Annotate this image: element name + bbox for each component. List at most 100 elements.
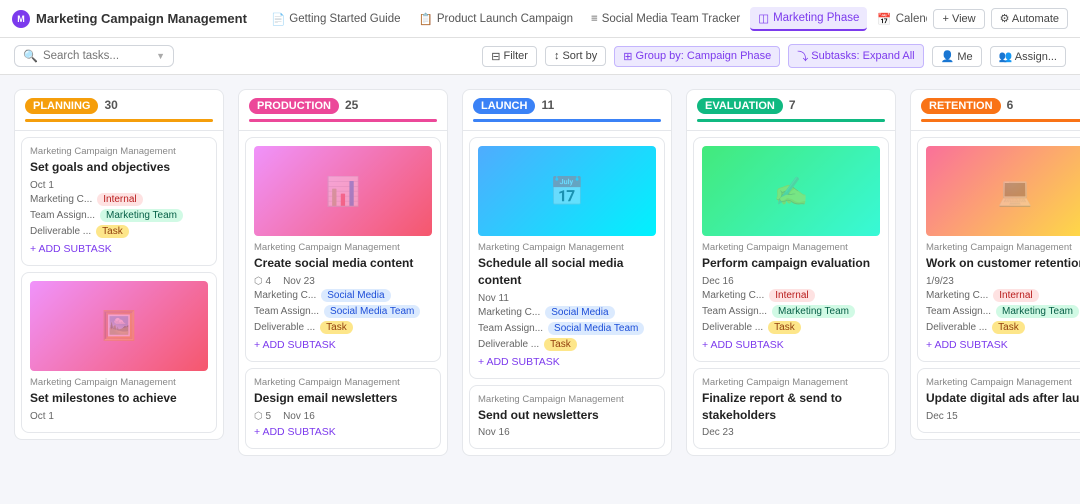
search-box[interactable]: 🔍 ▼ bbox=[14, 45, 174, 67]
card-production-1[interactable]: Marketing Campaign ManagementDesign emai… bbox=[245, 368, 441, 449]
card-image-production-0: 📊 bbox=[254, 146, 432, 236]
phase-icon: ◫ bbox=[758, 11, 769, 25]
marketing-label-production-0: Marketing C... bbox=[254, 290, 316, 301]
card-image-planning-1: 🖼️ bbox=[30, 281, 208, 371]
card-launch-0[interactable]: 📅Marketing Campaign ManagementSchedule a… bbox=[469, 137, 665, 379]
card-tags-row3-production-0: Deliverable ...Task bbox=[254, 321, 432, 334]
subtasks-icon: ⤵ bbox=[797, 48, 808, 64]
tag-team-social-media-team-launch-0: Social Media Team bbox=[548, 322, 644, 335]
tag-del-task-evaluation-0: Task bbox=[768, 321, 801, 334]
card-retention-0[interactable]: 💻Marketing Campaign ManagementWork on cu… bbox=[917, 137, 1080, 362]
column-body-retention: 💻Marketing Campaign ManagementWork on cu… bbox=[911, 131, 1080, 439]
card-launch-1[interactable]: Marketing Campaign ManagementSend out ne… bbox=[469, 385, 665, 450]
sort-icon: ↕ bbox=[554, 50, 560, 62]
column-bar-evaluation bbox=[697, 119, 885, 122]
card-production-0[interactable]: 📊Marketing Campaign ManagementCreate soc… bbox=[245, 137, 441, 362]
card-tags-row1-launch-0: Marketing C...Social Media bbox=[478, 306, 656, 319]
team-label-retention-0: Team Assign... bbox=[926, 306, 991, 317]
column-count-evaluation: 7 bbox=[789, 98, 796, 112]
card-date-row-evaluation-1: Dec 23 bbox=[702, 427, 880, 438]
tab-marketing-phase[interactable]: ◫ Marketing Phase bbox=[750, 7, 867, 31]
card-title-retention-0: Work on customer retention bbox=[926, 255, 1080, 272]
tab-social-media[interactable]: ≡ Social Media Team Tracker bbox=[583, 9, 748, 29]
card-evaluation-1[interactable]: Marketing Campaign ManagementFinalize re… bbox=[693, 368, 889, 450]
tag-del-task-launch-0: Task bbox=[544, 338, 577, 351]
column-bar-retention bbox=[921, 119, 1080, 122]
column-retention: RETENTION6💻Marketing Campaign Management… bbox=[910, 89, 1080, 440]
tag-del-task-retention-0: Task bbox=[992, 321, 1025, 334]
column-badge-production: PRODUCTION bbox=[249, 98, 339, 114]
column-body-planning: Marketing Campaign ManagementSet goals a… bbox=[15, 131, 223, 439]
card-tags-row3-retention-0: Deliverable ... Task bbox=[926, 321, 1080, 334]
doc-icon2: 📋 bbox=[419, 12, 433, 26]
card-date-retention-0: 1/9/23 bbox=[926, 276, 954, 287]
deliverable-label-planning-0: Deliverable ... bbox=[30, 226, 91, 237]
card-image-launch-0: 📅 bbox=[478, 146, 656, 236]
add-subtask-retention-0[interactable]: + ADD SUBTASK bbox=[926, 337, 1080, 353]
card-tags-row2-production-0: Team Assign...Social Media Team bbox=[254, 305, 432, 318]
tab-getting-started[interactable]: 📄 Getting Started Guide bbox=[263, 8, 409, 30]
column-header-planning: PLANNING30 bbox=[15, 90, 223, 131]
topbar: M Marketing Campaign Management 📄 Gettin… bbox=[0, 0, 1080, 38]
search-icon: 🔍 bbox=[23, 49, 38, 63]
card-date-row-retention-1: Dec 15 bbox=[926, 411, 1080, 422]
team-label-evaluation-0: Team Assign... bbox=[702, 306, 767, 317]
column-count-launch: 11 bbox=[541, 98, 554, 112]
group-by-button[interactable]: ⊞ Group by: Campaign Phase bbox=[614, 46, 780, 67]
filter-button[interactable]: ⊟ Filter bbox=[482, 46, 537, 67]
add-subtask-evaluation-0[interactable]: + ADD SUBTASK bbox=[702, 337, 880, 353]
sort-button[interactable]: ↕ Sort by bbox=[545, 46, 606, 66]
column-bar-planning bbox=[25, 119, 213, 122]
marketing-label-evaluation-0: Marketing C... bbox=[702, 290, 764, 301]
add-subtask-production-1[interactable]: + ADD SUBTASK bbox=[254, 424, 432, 440]
card-evaluation-0[interactable]: ✍️Marketing Campaign ManagementPerform c… bbox=[693, 137, 889, 362]
card-planning-0[interactable]: Marketing Campaign ManagementSet goals a… bbox=[21, 137, 217, 266]
card-retention-1[interactable]: Marketing Campaign ManagementUpdate digi… bbox=[917, 368, 1080, 433]
column-body-production: 📊Marketing Campaign ManagementCreate soc… bbox=[239, 131, 447, 455]
column-bar-production bbox=[249, 119, 437, 122]
add-subtask-production-0[interactable]: + ADD SUBTASK bbox=[254, 337, 432, 353]
column-badge-launch: LAUNCH bbox=[473, 98, 535, 114]
tag-team-social-media-team-production-0: Social Media Team bbox=[324, 305, 420, 318]
tag-team-marketing-team-evaluation-0: Marketing Team bbox=[772, 305, 855, 318]
card-meta-evaluation-1: Marketing Campaign Management bbox=[702, 377, 880, 388]
subtasks-button[interactable]: ⤵ Subtasks: Expand All bbox=[788, 44, 923, 68]
card-meta-production-0: Marketing Campaign Management bbox=[254, 242, 432, 253]
tag-social-media-launch-0: Social Media bbox=[545, 306, 614, 319]
column-header-production: PRODUCTION25 bbox=[239, 90, 447, 131]
add-subtask-launch-0[interactable]: + ADD SUBTASK bbox=[478, 354, 656, 370]
tab-calendar[interactable]: 📅 Calendar bbox=[869, 8, 927, 30]
card-planning-1[interactable]: 🖼️ Marketing Campaign Management Set miles… bbox=[21, 272, 217, 433]
deliverable-label-launch-0: Deliverable ... bbox=[478, 339, 539, 350]
column-header-launch: LAUNCH 11 bbox=[463, 90, 671, 131]
card-meta-retention-1: Marketing Campaign Management bbox=[926, 377, 1080, 388]
topbar-actions: + View ⚙ Automate bbox=[933, 8, 1068, 29]
topbar-tabs: 📄 Getting Started Guide 📋 Product Launch… bbox=[263, 7, 928, 31]
tag-team-marketing-team-planning-0: Marketing Team bbox=[100, 209, 183, 222]
app-logo: M bbox=[12, 10, 30, 28]
filter-icon: ⊟ bbox=[491, 50, 500, 63]
card-tags-row2-launch-0: Team Assign...Social Media Team bbox=[478, 322, 656, 335]
card-meta-launch-0: Marketing Campaign Management bbox=[478, 242, 656, 253]
card-meta-planning-1: Marketing Campaign Management bbox=[30, 377, 208, 388]
tag-internal-retention-0: Internal bbox=[993, 289, 1038, 302]
card-tags-row2-evaluation-0: Team Assign... Marketing Team bbox=[702, 305, 880, 318]
add-subtask-planning-0[interactable]: + ADD SUBTASK bbox=[30, 241, 208, 257]
deliverable-label-retention-0: Deliverable ... bbox=[926, 322, 987, 333]
view-button[interactable]: + View bbox=[933, 9, 984, 29]
me-button[interactable]: 👤 Me bbox=[932, 46, 982, 67]
assign-button[interactable]: 👥 Assign... bbox=[990, 46, 1066, 67]
card-date-launch-0: Nov 11 bbox=[478, 293, 509, 304]
card-date-row-planning-0: Oct 1 bbox=[30, 180, 208, 191]
subtask-count-production-0: ⬡ 4 bbox=[254, 276, 271, 287]
search-input[interactable] bbox=[43, 50, 151, 62]
card-date-planning-1: Oct 1 bbox=[30, 411, 54, 422]
card-tags-row2-planning-0: Team Assign... Marketing Team bbox=[30, 209, 208, 222]
automate-button[interactable]: ⚙ Automate bbox=[991, 8, 1068, 29]
tag-social-media-production-0: Social Media bbox=[321, 289, 390, 302]
column-count-planning: 30 bbox=[104, 98, 117, 112]
tab-product-launch[interactable]: 📋 Product Launch Campaign bbox=[411, 8, 582, 30]
card-title-planning-1: Set milestones to achieve bbox=[30, 390, 208, 407]
team-label-planning-0: Team Assign... bbox=[30, 210, 95, 221]
doc-icon: 📄 bbox=[271, 12, 285, 26]
